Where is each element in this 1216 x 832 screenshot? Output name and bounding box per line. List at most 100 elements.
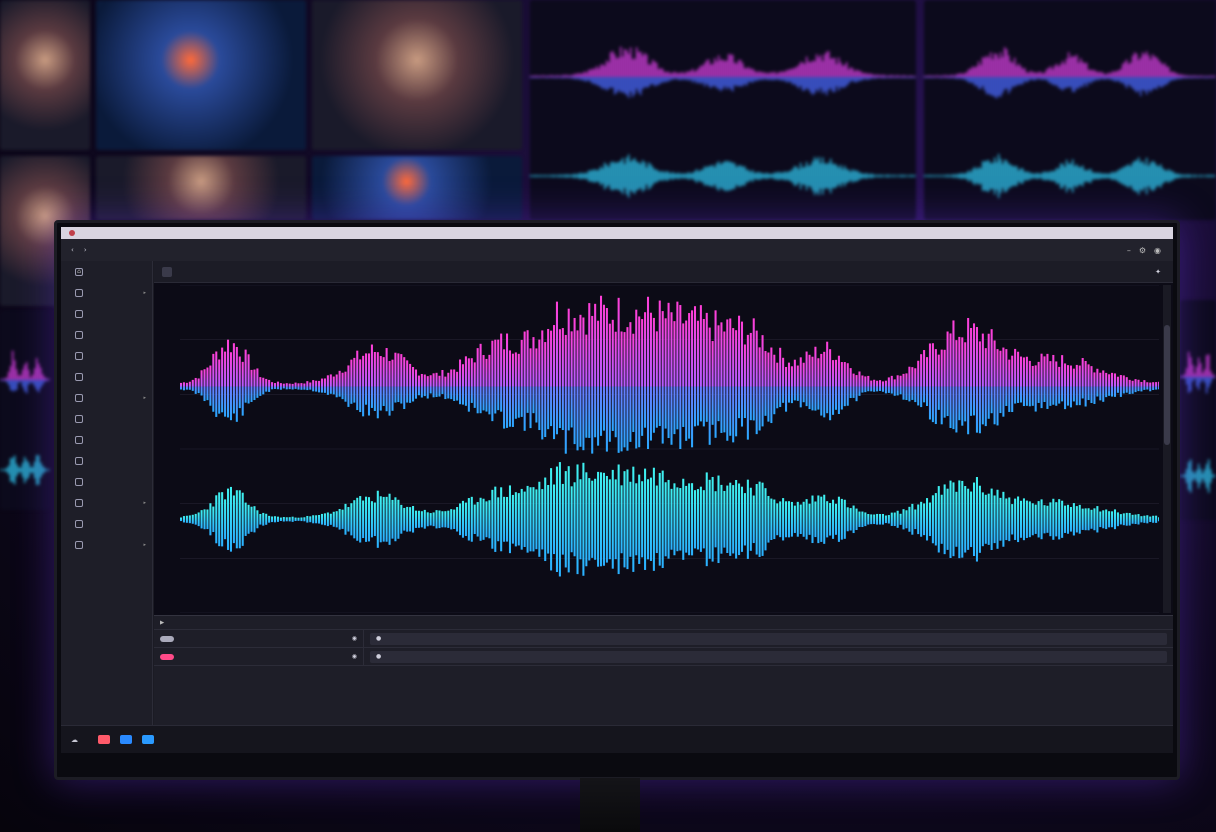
waveform-sample: [1120, 168, 1122, 184]
waveform-sample: [982, 161, 984, 191]
waveform-sample: [444, 376, 447, 387]
sidebar-item[interactable]: [61, 345, 152, 366]
waveform-sample: [1032, 72, 1034, 77]
waveform-canvas[interactable]: [180, 285, 1159, 613]
record-swatch[interactable]: [98, 735, 110, 744]
waveform-sample: [541, 489, 544, 550]
waveform-sample: [843, 386, 846, 407]
waveform-sample: [1148, 165, 1150, 187]
vertical-scrollbar[interactable]: [1163, 285, 1171, 613]
waveform-sample: [0, 380, 2, 381]
waveform-sample: [573, 482, 576, 557]
waveform-sample: [1206, 175, 1208, 177]
waveform-sample: [1198, 77, 1200, 78]
waveform-sample: [1082, 61, 1084, 77]
waveform-sample: [846, 169, 848, 183]
waveform-sample: [1184, 373, 1186, 377]
back-icon[interactable]: ‹: [71, 246, 74, 254]
waveform-sample: [732, 162, 734, 190]
settings-icon[interactable]: ⚙: [1139, 246, 1146, 255]
sidebar-item[interactable]: ▸: [61, 534, 152, 555]
waveform-sample: [1104, 77, 1106, 80]
timeline-track[interactable]: ◉ ●: [154, 648, 1173, 666]
waveform-sample: [541, 330, 544, 387]
waveform-sample: [338, 370, 341, 387]
waveform-sample: [966, 172, 968, 180]
close-icon[interactable]: ◉: [1154, 246, 1161, 255]
layer-swatch[interactable]: [142, 735, 154, 744]
waveform-sample: [802, 62, 804, 77]
eye-icon[interactable]: ◉: [352, 653, 357, 660]
track-clip[interactable]: ●: [370, 632, 1167, 645]
waveform-sample: [12, 380, 14, 392]
scrollbar-thumb[interactable]: [1164, 325, 1170, 445]
waveform-sample: [573, 386, 576, 445]
waveform-sample: [544, 75, 546, 77]
waveform-sample: [48, 380, 50, 381]
waveform-sample: [893, 379, 896, 387]
sidebar-item[interactable]: [61, 471, 152, 492]
waveform-sample: [1146, 382, 1149, 387]
sidebar-item[interactable]: ▸: [61, 492, 152, 513]
waveform-sample: [736, 166, 738, 186]
sidebar-item[interactable]: [61, 450, 152, 471]
sidebar-item[interactable]: [61, 324, 152, 345]
waveform-sample: [986, 55, 988, 77]
track-clip[interactable]: ●: [370, 650, 1167, 663]
sidebar-item[interactable]: [61, 303, 152, 324]
sidebar-item[interactable]: [61, 429, 152, 450]
waveform-sample: [1060, 64, 1062, 77]
sidebar-item[interactable]: [61, 513, 152, 534]
waveform-sample: [761, 335, 764, 387]
sidebar-item-project[interactable]: ▸: [61, 282, 152, 303]
waveform-sample: [4, 380, 6, 381]
minimize-icon[interactable]: –: [1127, 246, 1131, 255]
sidebar-item-home[interactable]: ⌂: [61, 261, 152, 282]
waveform-sample: [666, 77, 668, 82]
waveform-sample: [806, 56, 808, 77]
waveform-sample: [544, 477, 547, 562]
play-icon[interactable]: ▶: [160, 620, 164, 626]
track-toggle[interactable]: [160, 635, 174, 642]
waveform-sample: [716, 61, 718, 77]
waveform-sample: [585, 386, 588, 438]
waveform-sample: [902, 373, 905, 387]
sidebar-item[interactable]: ▸: [61, 387, 152, 408]
waveform-sample: [14, 360, 16, 380]
waveform-sample: [1212, 75, 1214, 77]
waveform-sample: [1104, 74, 1106, 77]
waveform-sample: [450, 369, 453, 387]
eye-icon[interactable]: ◉: [352, 635, 357, 642]
forward-icon[interactable]: ›: [84, 246, 87, 254]
waveform-sample: [221, 347, 224, 387]
sidebar-item[interactable]: [61, 366, 152, 387]
sparkle-icon[interactable]: ✦: [1155, 268, 1173, 276]
waveform-sample: [680, 173, 682, 179]
waveform-sample: [654, 169, 656, 183]
waveform-sample: [776, 172, 778, 180]
waveform-sample: [1156, 57, 1158, 77]
waveform-sample: [550, 175, 552, 177]
waveform-sample: [1112, 71, 1114, 77]
waveform-sample: [614, 54, 616, 77]
layer-swatch[interactable]: [120, 735, 132, 744]
waveform-sample: [743, 493, 746, 546]
waveform-sample: [708, 386, 711, 445]
timeline-track[interactable]: ◉ ●: [154, 630, 1173, 648]
waveform-sample: [594, 303, 597, 387]
sidebar-item[interactable]: [61, 408, 152, 429]
waveform-sample: [568, 77, 570, 79]
waveform-sample: [1200, 363, 1202, 377]
view-tabs: [180, 289, 198, 292]
record-toggle[interactable]: [160, 653, 174, 660]
timeline-header: ▶: [154, 616, 1173, 630]
waveform-sample: [773, 499, 776, 540]
waveform-sample: [924, 77, 926, 78]
export-icon: [75, 540, 83, 549]
waveform-sample: [770, 498, 773, 540]
waveform-sample: [1202, 377, 1204, 380]
waveform-sample: [554, 75, 556, 77]
waveform-sample: [523, 491, 526, 547]
waveform-sample: [632, 386, 635, 433]
waveform-sample: [790, 68, 792, 77]
